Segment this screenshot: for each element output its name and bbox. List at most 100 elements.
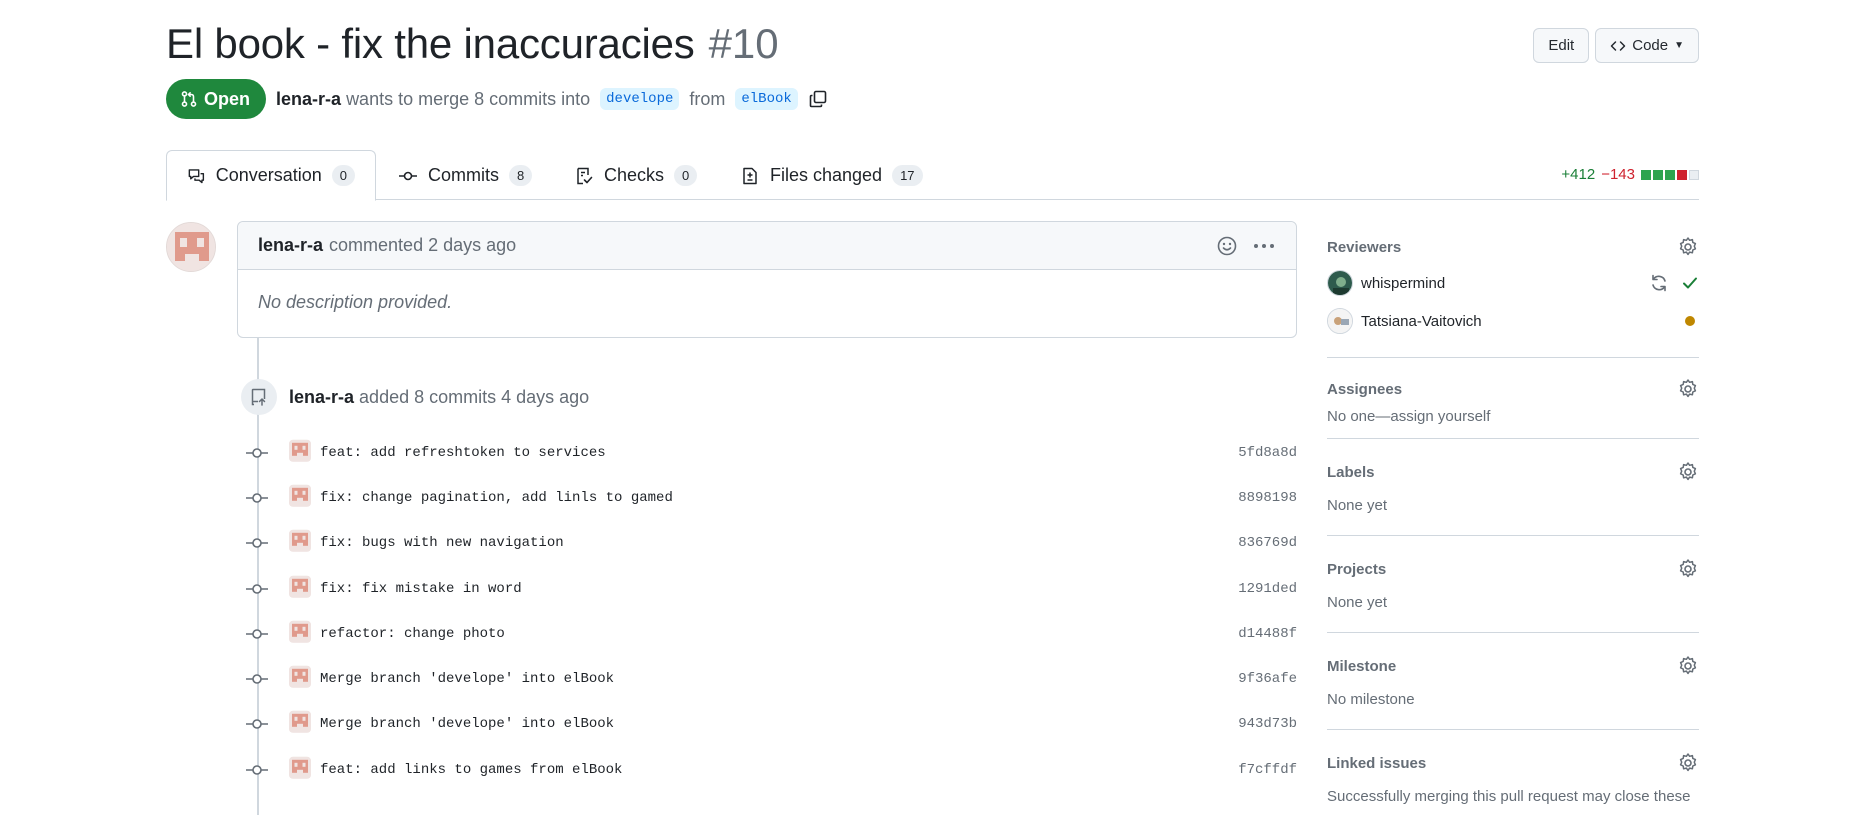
assignees-title: Assignees xyxy=(1327,380,1403,398)
tab-commits[interactable]: Commits 8 xyxy=(378,150,552,201)
reviewer-name: whispermind xyxy=(1361,274,1446,292)
projects-header[interactable]: Projects xyxy=(1327,558,1699,580)
header-actions: Edit Code ▼ xyxy=(1533,28,1699,63)
diffstat-deletions: −143 xyxy=(1601,166,1635,183)
commit-sha[interactable]: 9f36afe xyxy=(1238,671,1297,687)
avatar xyxy=(1327,308,1353,334)
commit-row: feat: add refreshtoken to services 5fd8a8… xyxy=(246,430,1297,475)
commit-sha[interactable]: 5fd8a8d xyxy=(1238,445,1297,461)
tab-checks-count: 0 xyxy=(674,165,698,186)
commit-message[interactable]: fix: fix mistake in word xyxy=(320,581,522,597)
diffstat-additions: +412 xyxy=(1561,166,1596,183)
labels-header[interactable]: Labels xyxy=(1327,461,1699,483)
base-branch[interactable]: develope xyxy=(600,88,680,110)
code-icon xyxy=(1610,40,1626,51)
head-branch[interactable]: elBook xyxy=(735,88,798,110)
tab-conversation[interactable]: Conversation 0 xyxy=(166,150,376,201)
gear-icon[interactable] xyxy=(1677,558,1699,580)
gear-icon[interactable] xyxy=(1677,752,1699,774)
smiley-icon[interactable] xyxy=(1216,235,1238,257)
avatar[interactable] xyxy=(166,222,216,272)
merge-text: wants to merge 8 commits into xyxy=(346,88,591,109)
copy-icon[interactable] xyxy=(808,89,828,109)
commit-message[interactable]: fix: bugs with new navigation xyxy=(320,535,564,551)
tab-files-changed[interactable]: Files changed 17 xyxy=(720,150,943,201)
tab-files-changed-label: Files changed xyxy=(770,165,883,185)
sidebar-labels: Labels None yet xyxy=(1327,439,1699,536)
diffstat-block xyxy=(1641,169,1651,180)
diffstat-block xyxy=(1665,169,1675,180)
edit-button[interactable]: Edit xyxy=(1533,28,1590,63)
check-icon xyxy=(1683,277,1697,289)
author-link[interactable]: lena-r-a xyxy=(276,89,341,109)
avatar[interactable] xyxy=(289,756,311,779)
commit-message[interactable]: feat: add links to games from elBook xyxy=(320,762,622,778)
merge-description: lena-r-a wants to merge 8 commits into xyxy=(276,89,590,110)
labels-title: Labels xyxy=(1327,463,1375,481)
pr-number: #10 xyxy=(708,20,779,67)
projects-value: None yet xyxy=(1327,594,1388,611)
reviewer-status xyxy=(1685,316,1699,326)
commit-message[interactable]: feat: add refreshtoken to services xyxy=(320,445,606,461)
commit-sha[interactable]: 8898198 xyxy=(1238,490,1297,506)
reviewer-name: Tatsiana-Vaitovich xyxy=(1361,312,1482,330)
reviewer-item[interactable]: Tatsiana-Vaitovich xyxy=(1327,302,1699,340)
gear-icon[interactable] xyxy=(1677,461,1699,483)
reviewer-item[interactable]: whispermind xyxy=(1327,264,1699,302)
avatar[interactable] xyxy=(289,575,311,598)
caret-down-icon: ▼ xyxy=(1674,40,1684,51)
commit-sha[interactable]: f7cffdf xyxy=(1238,762,1297,778)
milestone-value: No milestone xyxy=(1327,691,1415,708)
git-commit-icon xyxy=(246,719,268,730)
avatar[interactable] xyxy=(289,530,311,553)
comment-timestamp[interactable]: commented 2 days ago xyxy=(329,235,516,256)
sidebar-projects: Projects None yet xyxy=(1327,536,1699,633)
commit-message[interactable]: refactor: change photo xyxy=(320,626,505,642)
tab-conversation-label: Conversation xyxy=(215,165,322,185)
milestone-title: Milestone xyxy=(1327,657,1397,675)
avatar[interactable] xyxy=(289,484,311,507)
commit-sha[interactable]: d14488f xyxy=(1238,626,1297,642)
linked-issues-value: Successfully merging this pull request m… xyxy=(1327,788,1691,805)
commit-sha[interactable]: 943d73b xyxy=(1238,716,1297,732)
code-button[interactable]: Code ▼ xyxy=(1595,28,1699,63)
commit-sha[interactable]: 836769d xyxy=(1238,535,1297,551)
git-commit-icon xyxy=(246,764,268,775)
code-button-label: Code xyxy=(1632,37,1669,54)
reviewers-header[interactable]: Reviewers xyxy=(1327,236,1699,258)
assignees-header[interactable]: Assignees xyxy=(1327,378,1699,400)
tab-checks[interactable]: Checks 0 xyxy=(554,150,717,201)
comment-author[interactable]: lena-r-a xyxy=(258,235,323,256)
labels-value: None yet xyxy=(1327,497,1388,514)
commits-event-author[interactable]: lena-r-a xyxy=(289,387,354,407)
commit-message[interactable]: fix: change pagination, add linls to gam… xyxy=(320,490,673,506)
sidebar-assignees: Assignees No one—assign yourself xyxy=(1327,358,1699,439)
milestone-header[interactable]: Milestone xyxy=(1327,655,1699,677)
tab-commits-count: 8 xyxy=(509,165,533,186)
pending-dot-icon xyxy=(1685,316,1695,326)
state-badge: Open xyxy=(166,79,267,119)
linked-issues-header[interactable]: Linked issues xyxy=(1327,752,1699,774)
commit-message[interactable]: Merge branch 'develope' into elBook xyxy=(320,671,614,687)
commit-message[interactable]: Merge branch 'develope' into elBook xyxy=(320,716,614,732)
commit-list: feat: add refreshtoken to services 5fd8a8… xyxy=(246,430,1297,792)
gear-icon[interactable] xyxy=(1677,655,1699,677)
linked-issues-title: Linked issues xyxy=(1327,754,1427,772)
git-commit-icon xyxy=(246,493,268,503)
commit-sha[interactable]: 1291ded xyxy=(1238,581,1297,597)
comment-discussion-icon xyxy=(188,168,205,183)
sidebar-milestone: Milestone No milestone xyxy=(1327,633,1699,730)
kebab-horizontal-icon[interactable] xyxy=(1252,235,1276,257)
avatar[interactable] xyxy=(289,711,311,734)
tab-conversation-count: 0 xyxy=(331,165,355,186)
gear-icon[interactable] xyxy=(1677,378,1699,400)
assignees-value[interactable]: No one—assign yourself xyxy=(1327,408,1699,425)
avatar[interactable] xyxy=(289,665,311,688)
diffstat-block xyxy=(1653,169,1663,180)
commit-row: refactor: change photo d14488f xyxy=(246,611,1297,656)
gear-icon[interactable] xyxy=(1677,236,1699,258)
avatar[interactable] xyxy=(289,439,311,462)
sidebar: Reviewers whispermind Tatsiana-Vaitovich… xyxy=(1327,236,1699,805)
sync-icon[interactable] xyxy=(1649,273,1669,293)
avatar[interactable] xyxy=(289,620,311,643)
